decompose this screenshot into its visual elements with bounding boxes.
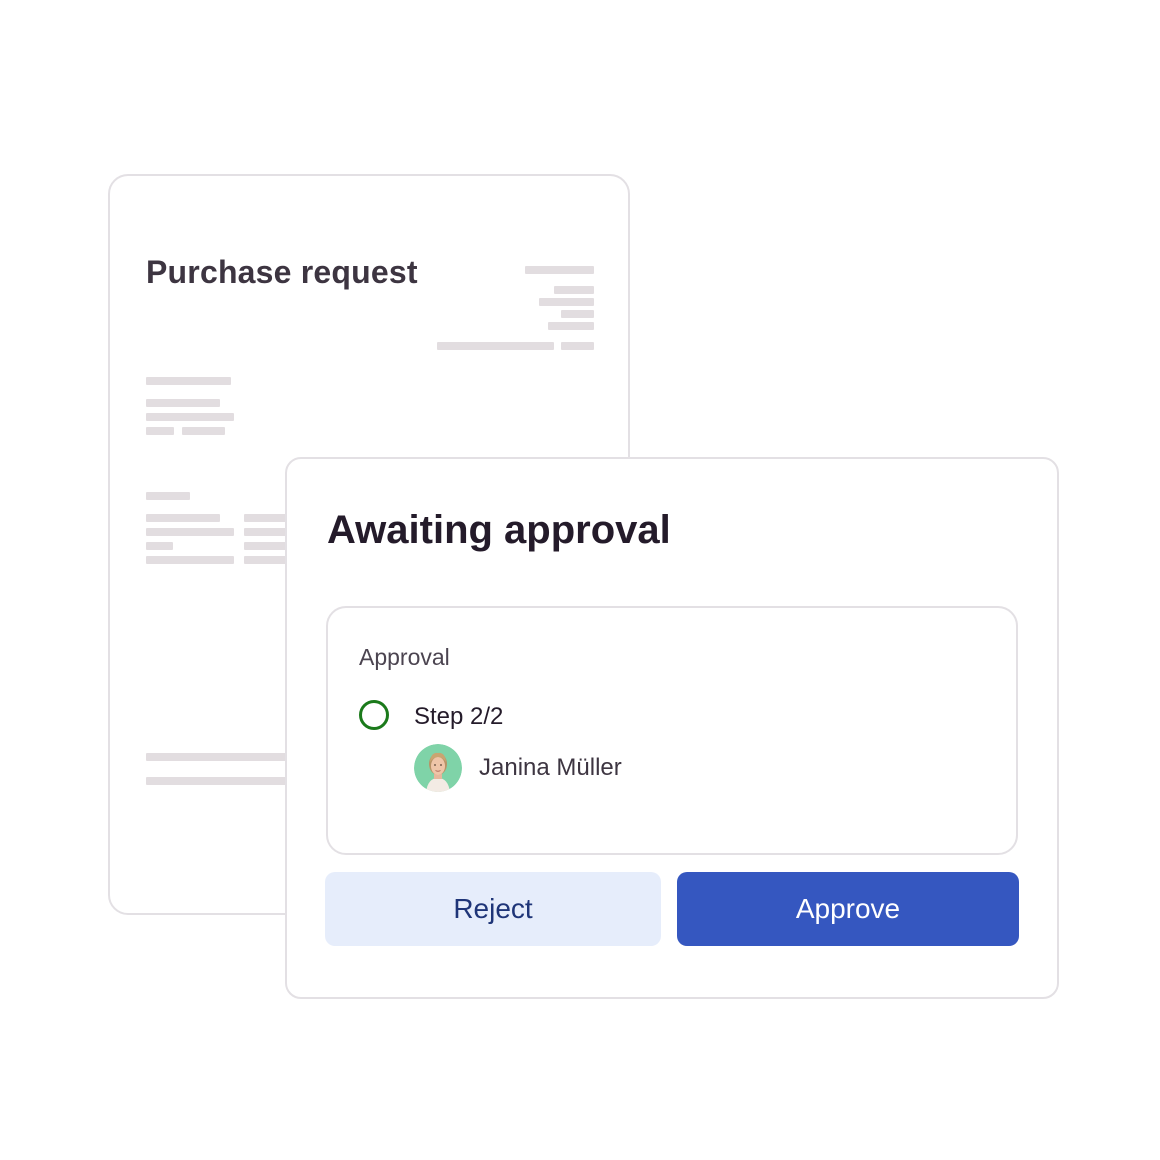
- document-title: Purchase request: [146, 254, 418, 290]
- placeholder-line: [146, 492, 190, 500]
- placeholder-line: [146, 399, 220, 407]
- placeholder-line: [146, 377, 231, 385]
- placeholder-line: [561, 342, 594, 350]
- placeholder-line: [437, 342, 554, 350]
- approver-avatar: [414, 744, 462, 792]
- placeholder-line: [244, 528, 288, 536]
- placeholder-line: [244, 556, 288, 564]
- reject-button[interactable]: Reject: [325, 872, 661, 946]
- placeholder-line: [146, 542, 173, 550]
- approval-title: Awaiting approval: [327, 508, 671, 552]
- placeholder-line: [146, 413, 234, 421]
- person-avatar-icon: [414, 744, 462, 792]
- step-status-circle-icon: [359, 700, 389, 730]
- placeholder-line: [525, 266, 594, 274]
- placeholder-line: [539, 298, 594, 306]
- placeholder-line: [182, 427, 225, 435]
- step-label: Step 2/2: [414, 703, 504, 730]
- approver-name: Janina Müller: [479, 754, 622, 781]
- placeholder-line: [554, 286, 594, 294]
- placeholder-line: [244, 514, 288, 522]
- placeholder-line: [146, 556, 234, 564]
- placeholder-line: [561, 310, 594, 318]
- placeholder-line: [146, 528, 234, 536]
- placeholder-line: [146, 777, 288, 785]
- placeholder-line: [146, 753, 288, 761]
- placeholder-line: [146, 427, 174, 435]
- placeholder-line: [548, 322, 594, 330]
- placeholder-line: [146, 514, 220, 522]
- placeholder-line: [244, 542, 288, 550]
- approve-button[interactable]: Approve: [677, 872, 1019, 946]
- approval-section-label: Approval: [359, 644, 450, 670]
